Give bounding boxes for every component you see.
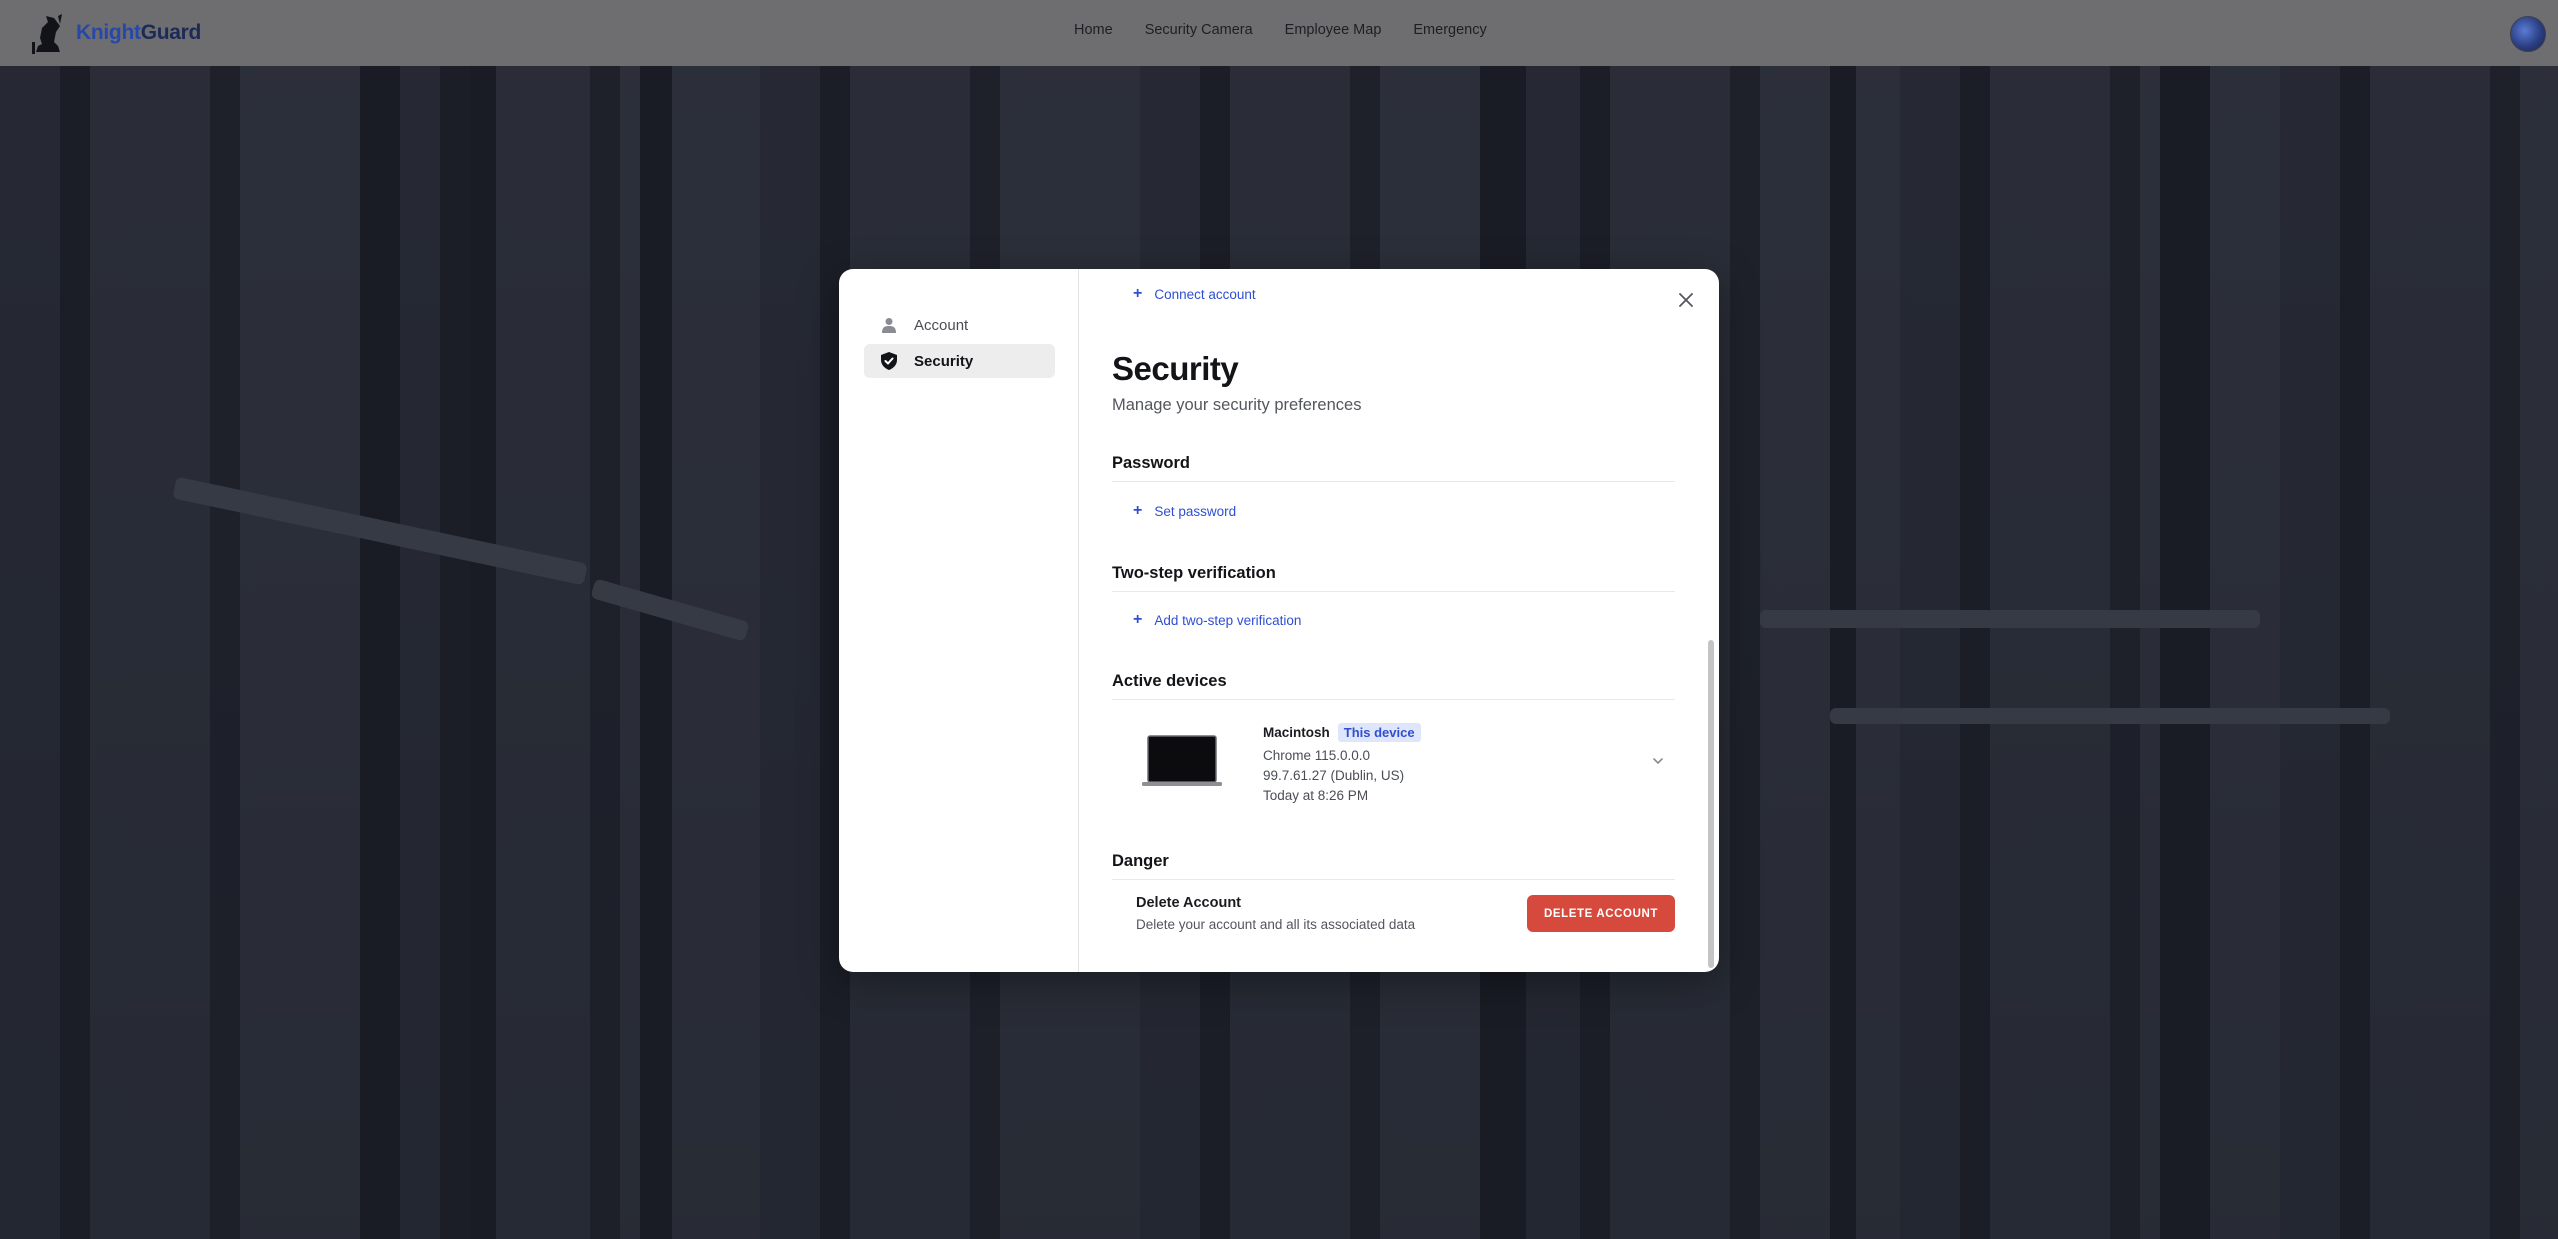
nav-employee-map[interactable]: Employee Map bbox=[1285, 22, 1382, 38]
danger-section-heading: Danger bbox=[1112, 852, 1675, 880]
page-title: Security bbox=[1112, 350, 1239, 387]
delete-account-row: Delete Account Delete your account and a… bbox=[1112, 879, 1675, 939]
user-avatar[interactable] bbox=[2510, 16, 2546, 52]
chevron-down-icon[interactable] bbox=[1651, 754, 1665, 768]
add-two-step-button[interactable]: + Add two-step verification bbox=[1133, 612, 1301, 628]
plus-icon: + bbox=[1133, 611, 1143, 628]
set-password-button[interactable]: + Set password bbox=[1133, 503, 1236, 519]
nav-emergency[interactable]: Emergency bbox=[1413, 22, 1486, 38]
active-devices-heading: Active devices bbox=[1112, 672, 1675, 700]
plus-icon: + bbox=[1133, 502, 1143, 519]
scrollbar[interactable] bbox=[1708, 640, 1714, 968]
laptop-icon bbox=[1142, 735, 1222, 786]
close-modal-button[interactable] bbox=[1675, 289, 1697, 311]
delete-account-title: Delete Account bbox=[1136, 895, 1242, 911]
knight-logo-icon bbox=[32, 14, 62, 54]
device-location: 99.7.61.27 (Dublin, US) bbox=[1263, 768, 1405, 783]
two-step-section-heading: Two-step verification bbox=[1112, 564, 1675, 592]
device-name: Macintosh This device bbox=[1263, 723, 1421, 742]
page-subtitle: Manage your security preferences bbox=[1112, 396, 1362, 414]
main-nav: Home Security Camera Employee Map Emerge… bbox=[1074, 22, 1487, 38]
this-device-badge: This device bbox=[1337, 723, 1421, 742]
device-row[interactable]: Macintosh This device Chrome 115.0.0.0 9… bbox=[1112, 712, 1675, 822]
close-icon bbox=[1679, 293, 1693, 307]
account-settings-modal: Account Security + Connect account Secur… bbox=[839, 269, 1719, 972]
brand[interactable]: KnightGuard bbox=[30, 12, 201, 54]
nav-home[interactable]: Home bbox=[1074, 22, 1113, 38]
delete-account-description: Delete your account and all its associat… bbox=[1136, 917, 1416, 932]
brand-name: KnightGuard bbox=[76, 21, 202, 44]
device-browser: Chrome 115.0.0.0 bbox=[1263, 748, 1371, 763]
connect-account-button[interactable]: + Connect account bbox=[1133, 286, 1256, 302]
plus-icon: + bbox=[1133, 285, 1143, 302]
nav-security-camera[interactable]: Security Camera bbox=[1145, 22, 1253, 38]
device-last-active: Today at 8:26 PM bbox=[1263, 788, 1369, 803]
password-section-heading: Password bbox=[1112, 454, 1675, 482]
top-navigation-bar: KnightGuard Home Security Camera Employe… bbox=[0, 0, 2558, 66]
delete-account-button[interactable]: DELETE ACCOUNT bbox=[1527, 895, 1675, 932]
